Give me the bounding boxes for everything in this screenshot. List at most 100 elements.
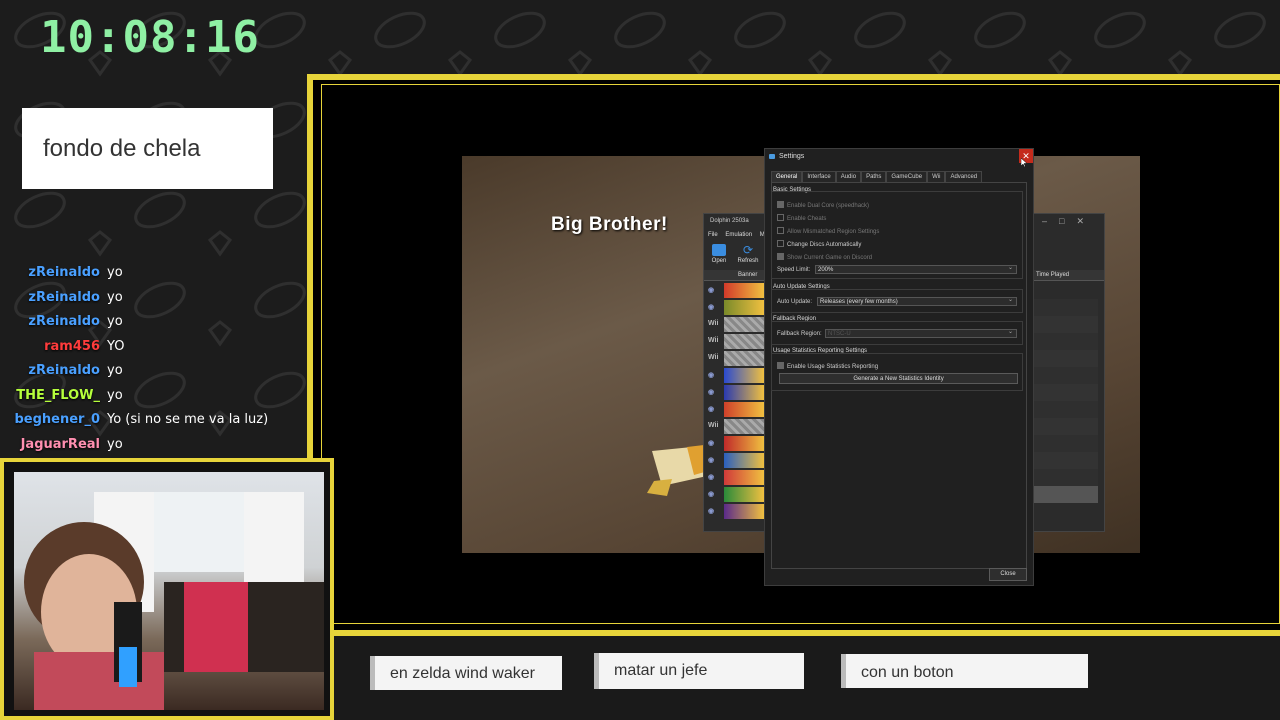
chat-user: zReinaldo	[28, 289, 100, 305]
mismatched-region-checkbox[interactable]: Allow Mismatched Region Settings	[777, 227, 879, 235]
dolphin-title: Dolphin 2503a	[710, 218, 749, 224]
chat-message: JaguarReal yo	[0, 434, 310, 459]
game-banner	[724, 436, 764, 451]
game-banner	[724, 504, 764, 519]
game-dialog-text: Big Brother!	[551, 214, 668, 235]
chat-user: zReinaldo	[28, 363, 100, 378]
gamecube-platform-icon: ◉	[708, 389, 715, 396]
chat-text: yo	[107, 314, 123, 329]
gamecube-platform-icon: ◉	[708, 491, 715, 498]
chat-user: JaguarReal	[20, 436, 100, 452]
usage-stats-group	[771, 353, 1023, 391]
tab-audio[interactable]: Audio	[835, 171, 862, 182]
caption-3: con un boton	[841, 654, 1088, 688]
fallback-region-field-label: Fallback Region:	[777, 331, 822, 337]
game-banner	[724, 334, 764, 349]
chat-message: zReinaldo yo	[0, 360, 310, 385]
open-button[interactable]: Open	[706, 244, 732, 264]
settings-tabs: General Interface Audio Paths GameCube W…	[771, 171, 983, 182]
chat-message: zReinaldo yo	[0, 311, 310, 336]
column-banner[interactable]: Banner	[738, 272, 757, 278]
gamecube-platform-icon: ◉	[708, 287, 715, 294]
close-icon[interactable]: ✕	[1076, 216, 1096, 226]
gamecube-platform-icon: ◉	[708, 508, 715, 515]
chat-panel: zReinaldo yo zReinaldo yo zReinaldo yo ram4…	[0, 262, 310, 458]
chat-text: yo	[107, 387, 123, 403]
stream-clock: 10:08:16	[40, 12, 260, 63]
change-discs-checkbox[interactable]: Change Discs Automatically	[777, 240, 861, 248]
refresh-label: Refresh	[737, 258, 759, 264]
speed-limit-label: Speed Limit:	[777, 267, 811, 273]
game-banner	[724, 283, 764, 298]
usage-stats-checkbox[interactable]: Enable Usage Statistics Reporting	[777, 362, 878, 370]
chat-user: zReinaldo	[28, 314, 100, 329]
chat-message: zReinaldo yo	[0, 262, 310, 287]
game-banner	[724, 368, 764, 383]
tab-wii[interactable]: Wii	[927, 171, 946, 182]
gamecube-platform-icon: ◉	[708, 457, 715, 464]
note-box: fondo de chela	[22, 108, 273, 189]
wii-platform-label: Wii	[708, 320, 719, 327]
caption-2: matar un jefe	[594, 653, 804, 689]
tab-paths[interactable]: Paths	[861, 171, 887, 182]
chat-text: Yo (si no se me va la luz)	[107, 412, 269, 427]
wii-platform-label: Wii	[708, 337, 719, 344]
tab-gamecube[interactable]: GameCube	[886, 171, 928, 182]
game-banner	[724, 385, 764, 400]
tab-advanced[interactable]: Advanced	[945, 171, 983, 182]
webcam-feed	[14, 472, 324, 710]
webcam-frame	[0, 458, 334, 720]
generate-identity-button[interactable]: Generate a New Statistics Identity	[779, 373, 1018, 384]
game-banner	[724, 453, 764, 468]
tab-general[interactable]: General	[771, 171, 803, 182]
column-time-played[interactable]: Time Played	[1036, 272, 1069, 278]
maximize-icon[interactable]: □	[1059, 216, 1076, 226]
bottom-bar: en zelda wind waker matar un jefe con un…	[334, 636, 1280, 720]
game-banner	[724, 351, 764, 366]
discord-checkbox[interactable]: Show Current Game on Discord	[777, 253, 872, 261]
caption-1: en zelda wind waker	[370, 656, 562, 690]
tab-interface[interactable]: Interface	[802, 171, 836, 182]
game-banner	[724, 317, 764, 332]
chat-text: yo	[107, 265, 123, 280]
game-banner	[724, 487, 764, 502]
chat-text: YO	[107, 338, 125, 354]
chat-message: ram456 YO	[0, 336, 310, 361]
chat-text: yo	[107, 289, 123, 305]
dolphin-app-icon	[769, 154, 775, 159]
menu-file[interactable]: File	[708, 232, 718, 238]
auto-update-field-label: Auto Update:	[777, 299, 813, 305]
mouse-cursor-icon	[1021, 158, 1027, 167]
chat-user: beghener_0	[14, 412, 100, 427]
auto-update-select[interactable]: Releases (every few months)	[817, 296, 1017, 306]
settings-dialog: Settings ✕ General Interface Audio Paths…	[764, 148, 1034, 586]
refresh-button[interactable]: ⟳ Refresh	[735, 244, 761, 264]
gamecube-platform-icon: ◉	[708, 304, 715, 311]
chat-user: THE_FLOW_	[16, 387, 100, 403]
game-banner	[724, 470, 764, 485]
gamecube-platform-icon: ◉	[708, 372, 715, 379]
gamecube-platform-icon: ◉	[708, 474, 715, 481]
chat-text: yo	[107, 436, 123, 452]
chat-message: zReinaldo yo	[0, 287, 310, 312]
dolphin-menubar: File Emulation M	[708, 232, 771, 238]
game-banner	[724, 402, 764, 417]
cheats-checkbox[interactable]: Enable Cheats	[777, 214, 826, 222]
settings-title: Settings	[779, 153, 805, 160]
close-button[interactable]: Close	[989, 568, 1027, 581]
game-list-time-column	[1034, 299, 1098, 503]
gamecube-platform-icon: ◉	[708, 440, 715, 447]
dual-core-checkbox[interactable]: Enable Dual Core (speedhack)	[777, 201, 869, 209]
game-banner	[724, 419, 764, 434]
minimize-icon[interactable]: –	[1042, 216, 1059, 226]
wii-platform-label: Wii	[708, 354, 719, 361]
chat-text: yo	[107, 363, 123, 378]
gamecube-platform-icon: ◉	[708, 406, 715, 413]
fallback-region-select[interactable]: NTSC-U	[825, 328, 1017, 338]
menu-emulation[interactable]: Emulation	[725, 232, 752, 238]
chat-user: zReinaldo	[28, 265, 100, 280]
chat-user: ram456	[44, 338, 100, 354]
webcam-scene	[24, 492, 324, 710]
speed-limit-select[interactable]: 200%	[815, 264, 1017, 274]
game-banner	[724, 300, 764, 315]
